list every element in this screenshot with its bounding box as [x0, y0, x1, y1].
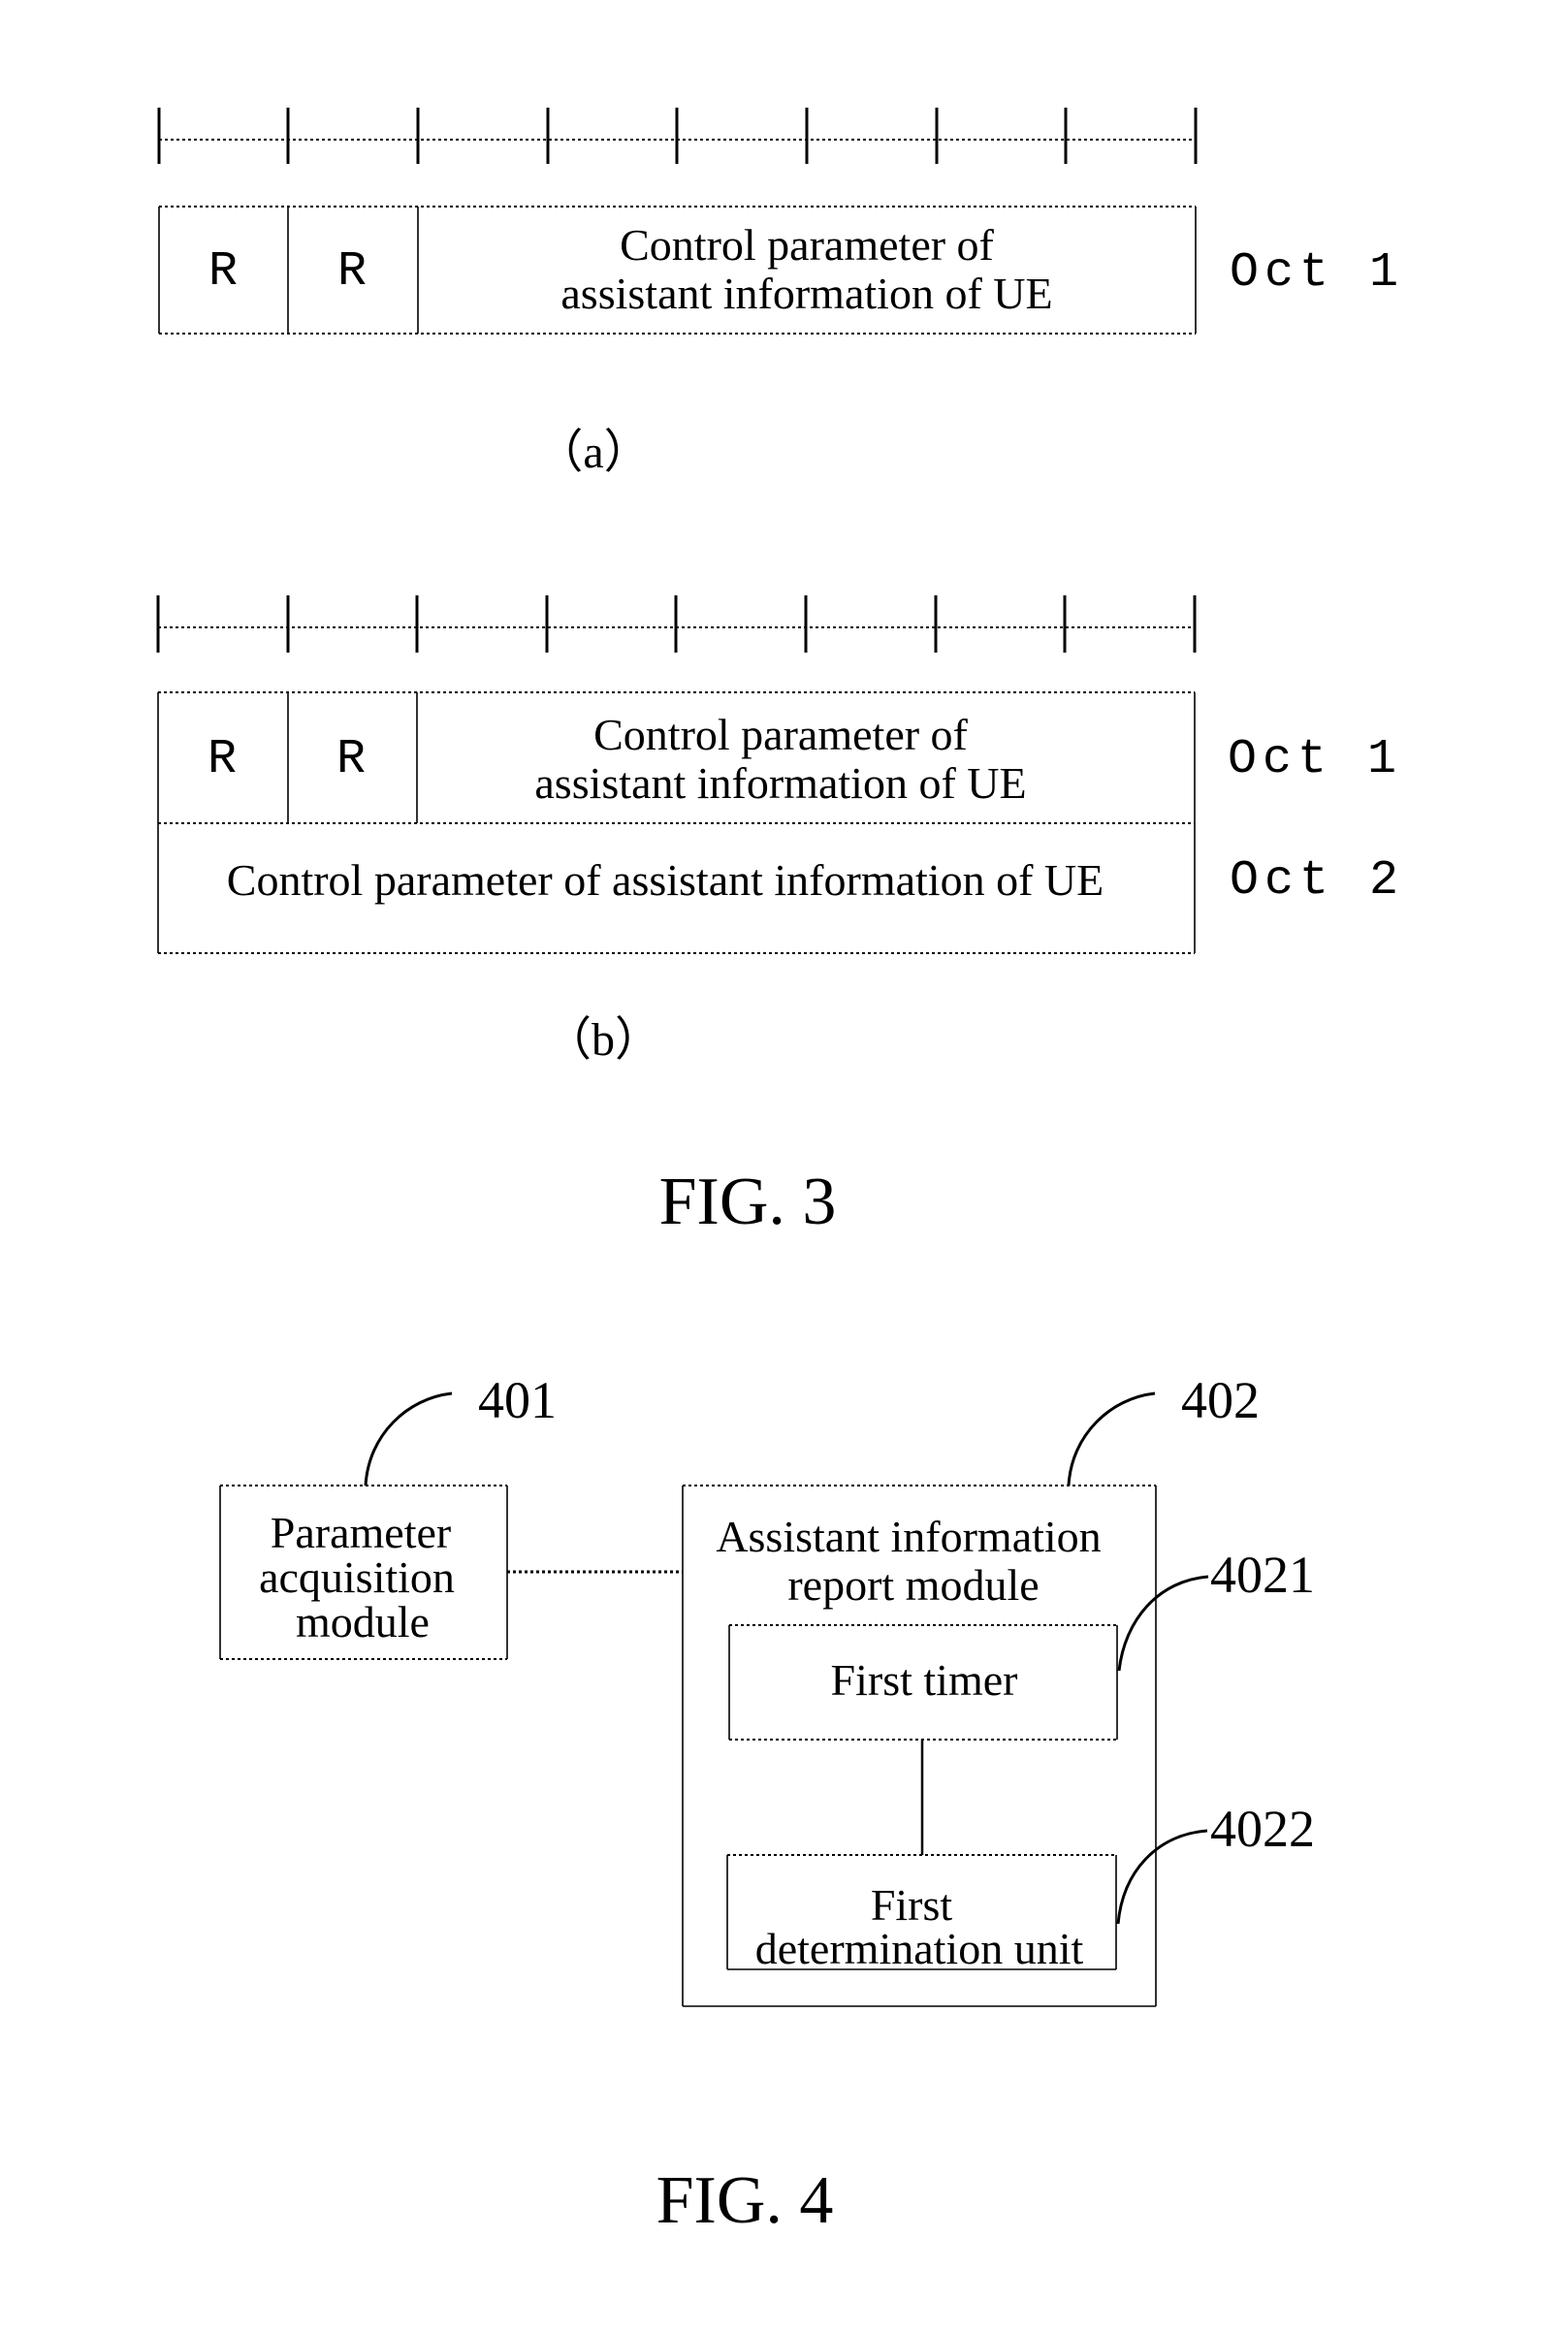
parameter-acquisition-module: Parameter acquisition module	[219, 1485, 508, 1660]
field-label-line1: Control parameter of	[593, 710, 968, 759]
reserved-bit-1: R	[208, 732, 237, 787]
fig4: Parameter acquisition module 401 Assista…	[219, 1371, 1315, 2007]
leader-line-4021	[1117, 1575, 1209, 1672]
field-label-line2: assistant information of UE	[560, 269, 1052, 318]
octet-label-2: Oct 2	[1230, 853, 1404, 909]
ref-402: 402	[1181, 1371, 1260, 1429]
reserved-bit-2: R	[336, 732, 366, 787]
figure-title-3: FIG. 3	[659, 1165, 837, 1239]
ref-401: 401	[478, 1371, 557, 1429]
subfigure-label-a: （a）	[536, 427, 650, 478]
module-402-line2: report module	[787, 1560, 1039, 1610]
subfigure-label-b: （b）	[545, 1014, 661, 1066]
figure-title-4: FIG. 4	[656, 2163, 834, 2238]
ref-4021: 4021	[1210, 1546, 1315, 1604]
reserved-bit-1: R	[208, 244, 238, 300]
leader-line-402	[1067, 1391, 1156, 1486]
assistant-information-report-module: Assistant information report module Firs…	[682, 1485, 1157, 2007]
bit-ruler-b	[156, 595, 1197, 653]
octet-label: Oct 1	[1230, 245, 1404, 301]
reserved-bit-2: R	[337, 244, 367, 300]
row2-field-label: Control parameter of assistant informati…	[227, 855, 1104, 905]
octet-table-b: R R Control parameter of assistant infor…	[157, 691, 1196, 954]
module-401-line2: acquisition	[259, 1552, 455, 1602]
leader-line-4022	[1116, 1829, 1208, 1925]
ref-4022: 4022	[1210, 1800, 1315, 1858]
octet-table-a: R R Control parameter of assistant infor…	[158, 206, 1197, 335]
first-determination-unit: First determination unit	[726, 1854, 1117, 1973]
unit-4022-line2: determination unit	[755, 1924, 1084, 1973]
field-label-line2: assistant information of UE	[534, 758, 1026, 808]
module-401-line3: module	[296, 1597, 430, 1646]
field-label-line1: Control parameter of	[620, 220, 994, 270]
unit-4021-label: First timer	[831, 1655, 1018, 1705]
first-timer-unit: First timer	[728, 1624, 1118, 1741]
bit-ruler-a	[157, 108, 1198, 164]
leader-line-401	[364, 1391, 453, 1486]
octet-label-1: Oct 1	[1228, 732, 1402, 787]
module-401-line1: Parameter	[271, 1508, 451, 1557]
fig3a: R R Control parameter of assistant infor…	[157, 108, 1404, 478]
unit-4022-line1: First	[871, 1880, 953, 1930]
patent-figures: R R Control parameter of assistant infor…	[156, 108, 1404, 2238]
fig3b: R R Control parameter of assistant infor…	[156, 595, 1404, 1066]
module-402-line1: Assistant information	[716, 1512, 1101, 1561]
